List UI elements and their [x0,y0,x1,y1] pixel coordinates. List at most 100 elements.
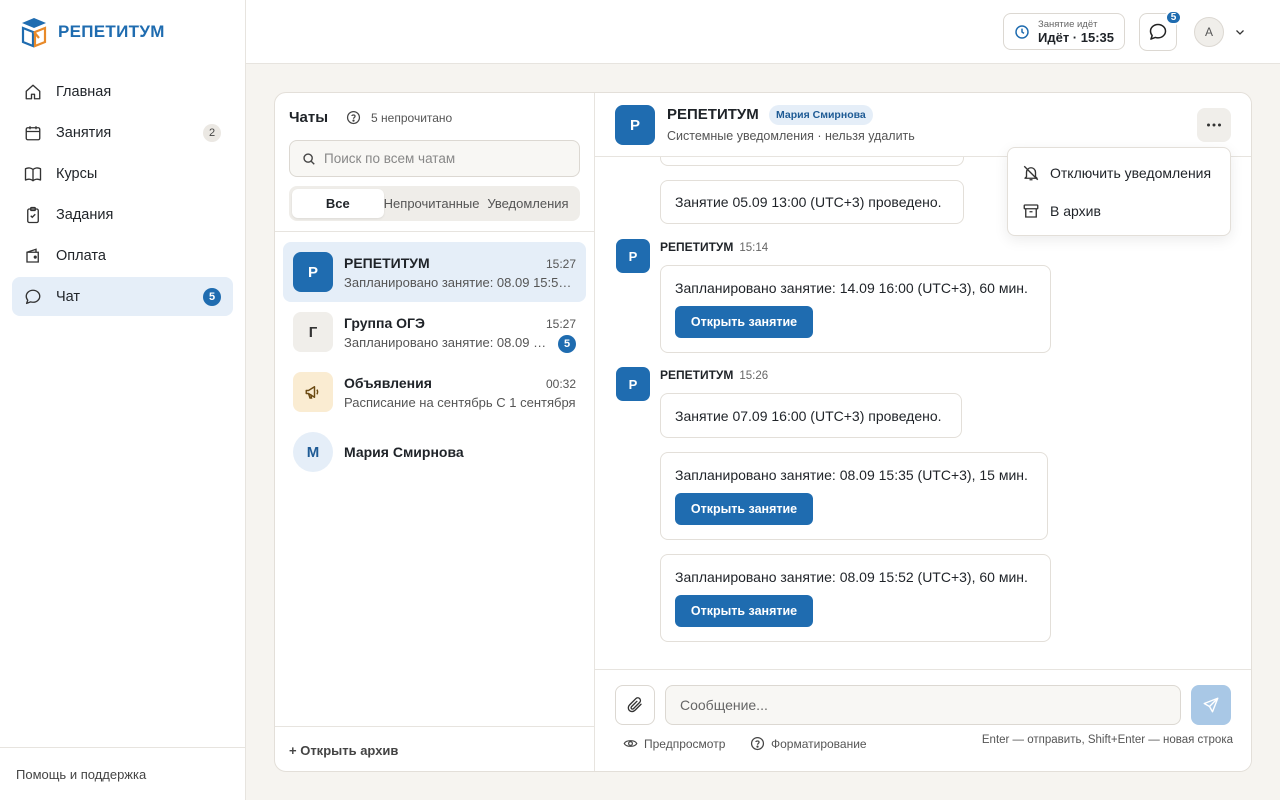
sender-avatar: Р [616,239,650,273]
nav-item-tasks[interactable]: Задания [12,195,233,234]
nav-item-payment[interactable]: Оплата [12,236,233,275]
keyboard-hint: Enter — отправить, Shift+Enter — новая с… [981,734,1233,746]
message-text: Запланировано занятие: 08.09 15:35 (UTC+… [675,467,1028,483]
main-nav: Главная Занятия 2 Курсы Задания Оплата Ч… [12,72,233,318]
open-archive-link[interactable]: + Открыть архив [275,726,595,771]
messages-badge: 5 [1165,10,1182,25]
message-text: Занятие 07.09 16:00 (UTC+3) проведено. [675,407,942,424]
message-text: Занятие 05.09 13:00 (UTC+3) проведено. [675,194,942,210]
conversation-options-menu: Отключить уведомления В архив [1007,147,1231,236]
chat-list-header: Чаты 5 непрочитано [289,109,452,126]
chat-list-item[interactable]: Объявления 00:32 Расписание на сентябрь … [283,362,586,422]
clipboard-check-icon [24,206,42,224]
lesson-status-pill[interactable]: Занятие идёт Идёт · 15:35 [1003,13,1125,50]
chat-name: Группа ОГЭ [344,315,425,331]
chat-icon [24,288,42,306]
participant-tag: Мария Смирнова [769,105,873,125]
message-time: 15:26 [739,370,769,382]
eye-icon [623,736,638,751]
nav-label: Главная [56,83,112,100]
chat-preview: Расписание на сентябрь С 1 сентября [344,395,576,410]
message-sender: РЕПЕТИТУМ 15:14 [660,240,768,254]
tab-notifications[interactable]: Уведомления [487,189,577,218]
send-icon [1202,696,1220,714]
sidebar: РЕПЕТИТУМ Главная Занятия 2 Курсы Задани… [0,0,246,800]
search-input[interactable] [324,151,564,166]
sender-name: РЕПЕТИТУМ [660,240,734,254]
nav-label: Оплата [56,247,106,264]
menu-item-label: В архив [1050,203,1101,219]
formatting-help[interactable]: Форматирование [750,736,867,751]
message-bubble: Запланировано занятие: 14.09 16:00 (UTC+… [660,265,1051,353]
chat-search [289,140,580,177]
bell-off-icon [1022,164,1040,182]
calendar-icon [24,124,42,142]
chat-list-column: Чаты 5 непрочитано Все Непрочитанные Уве… [275,93,595,771]
unread-badge: 5 [558,335,576,353]
nav-item-home[interactable]: Главная [12,72,233,111]
message-bubble: Занятие 07.09 16:00 (UTC+3) проведено. [660,393,962,438]
chat-list-item[interactable]: М Мария Смирнова [283,422,586,482]
archive-icon [1022,202,1040,220]
message-input[interactable] [665,685,1181,725]
sender-avatar: Р [616,367,650,401]
divider [275,231,595,232]
sender-name: РЕПЕТИТУМ [660,368,734,382]
nav-label: Чат [56,288,81,305]
wallet-icon [24,247,42,265]
tab-all[interactable]: Все [292,189,384,218]
message-sender: РЕПЕТИТУМ 15:26 [660,368,768,382]
chat-name: Мария Смирнова [344,444,464,460]
open-lesson-button[interactable]: Открыть занятие [675,493,813,525]
user-avatar[interactable]: А [1194,17,1224,47]
open-lesson-button[interactable]: Открыть занятие [675,595,813,627]
more-horizontal-icon [1206,123,1222,127]
preview-label: Предпросмотр [644,736,726,751]
message-text: Запланировано занятие: 08.09 15:52 (UTC+… [675,569,1028,585]
search-icon [302,152,316,166]
brand-logo[interactable]: РЕПЕТИТУМ [20,16,165,48]
chat-name: Объявления [344,375,432,391]
open-lesson-button[interactable]: Открыть занятие [675,306,813,338]
more-options-button[interactable] [1197,108,1231,142]
menu-item-mute[interactable]: Отключить уведомления [1008,154,1230,192]
send-button[interactable] [1191,685,1231,725]
help-circle-icon[interactable] [346,110,361,125]
chat-time: 15:27 [545,257,576,271]
attach-button[interactable] [615,685,655,725]
message-time: 15:14 [739,242,769,254]
home-icon [24,83,42,101]
conversation-title: РЕПЕТИТУМ [667,106,759,123]
message-bubble: Запланировано занятие: 08.09 15:52 (UTC+… [660,554,1051,642]
nav-item-courses[interactable]: Курсы [12,154,233,193]
nav-item-chat[interactable]: Чат 5 [12,277,233,316]
lessons-count-badge: 2 [203,123,221,142]
lesson-status-label: Занятие идёт [1038,18,1098,30]
chat-list-title: Чаты [289,109,329,126]
chat-list-item[interactable]: Г Группа ОГЭ 15:27 Запланировано занятие… [283,302,586,362]
nav-label: Занятия [56,124,112,141]
help-support-link[interactable]: Помощь и поддержка [0,747,245,800]
chat-name: РЕПЕТИТУМ [344,255,430,271]
conversation-avatar: Р [615,105,655,145]
conversation-subtitle: Системные уведомления · нельзя удалить [667,129,915,143]
chat-filter-tabs: Все Непрочитанные Уведомления [289,186,580,221]
message-bubble [660,157,964,166]
logo-icon [20,16,48,48]
unread-count-label: 5 непрочитано [371,110,453,125]
menu-item-archive[interactable]: В архив [1008,192,1230,230]
messages-button[interactable]: 5 [1139,10,1182,51]
nav-item-lessons[interactable]: Занятия 2 [12,113,233,152]
message-bubble: Запланировано занятие: 08.09 15:35 (UTC+… [660,452,1048,540]
chat-list-item[interactable]: Р РЕПЕТИТУМ 15:27 Запланировано занятие:… [283,242,586,302]
preview-toggle[interactable]: Предпросмотр [623,736,725,751]
chat-time: 00:32 [545,377,576,391]
message-composer: Предпросмотр Форматирование Enter — отпр… [595,669,1251,771]
help-circle-icon [750,736,765,751]
chevron-down-icon[interactable] [1234,26,1246,38]
book-icon [24,165,42,183]
lesson-status-value: Идёт · 15:35 [1038,29,1114,45]
chat-avatar: Г [293,312,333,352]
formatting-label: Форматирование [771,736,867,751]
tab-unread[interactable]: Непрочитанные [384,189,488,218]
